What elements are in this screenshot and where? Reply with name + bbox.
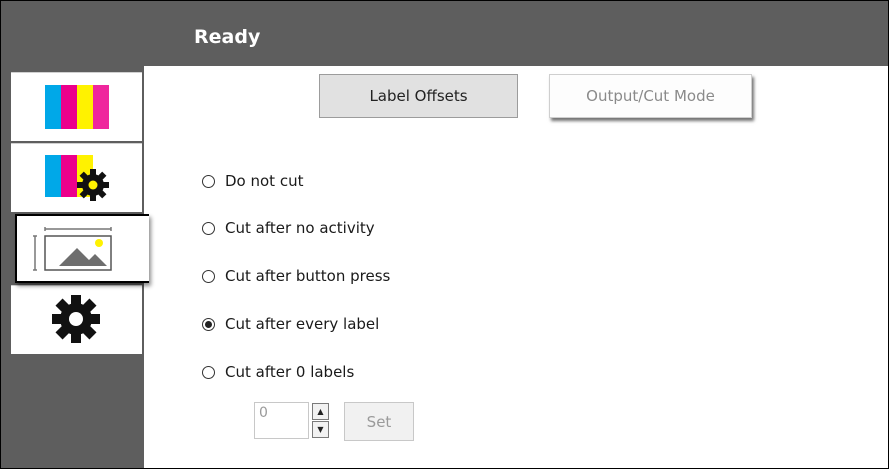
increment-button[interactable]: ▲ [312, 403, 329, 420]
tab-output-cut-mode[interactable]: Output/Cut Mode [549, 74, 752, 118]
label-count-input[interactable]: 0 [254, 402, 309, 439]
radio-label: Cut after 0 labels [225, 363, 355, 381]
gear-icon [52, 295, 100, 343]
radio-do-not-cut[interactable]: Do not cut [202, 169, 303, 193]
radio-label: Cut after button press [225, 267, 391, 285]
radio-label: Cut after every label [225, 315, 380, 333]
sidebar-tab-label-setup[interactable] [15, 214, 149, 283]
sidebar [1, 66, 149, 468]
decrement-button[interactable]: ▼ [312, 421, 329, 438]
app-window: Ready Label Offsets Output/Cut Mode Do n… [0, 0, 889, 469]
radio-cut-after-every-label[interactable]: Cut after every label [202, 312, 379, 336]
status-title: Ready [194, 26, 261, 48]
color-bars-icon [45, 85, 109, 129]
sidebar-tab-color-settings[interactable] [11, 143, 142, 212]
chevron-up-icon: ▲ [317, 407, 324, 416]
sidebar-tab-settings[interactable] [11, 285, 142, 354]
chevron-down-icon: ▼ [317, 425, 324, 434]
radio-indicator[interactable] [202, 365, 215, 379]
main-content: Label Offsets Output/Cut Mode Do not cut… [144, 66, 888, 468]
sidebar-tab-color[interactable] [11, 72, 142, 141]
radio-indicator-selected[interactable] [202, 317, 215, 331]
status-header: Ready [1, 1, 888, 66]
color-bars-gear-icon [45, 155, 109, 201]
radio-label: Do not cut [225, 172, 304, 190]
tab-label-offsets[interactable]: Label Offsets [319, 74, 518, 118]
radio-indicator[interactable] [202, 269, 215, 283]
set-button[interactable]: Set [344, 402, 414, 441]
label-image-icon [33, 227, 112, 271]
radio-cut-after-button-press[interactable]: Cut after button press [202, 264, 390, 288]
radio-cut-after-n-labels[interactable]: Cut after 0 labels [202, 360, 354, 384]
radio-indicator[interactable] [202, 221, 215, 235]
radio-cut-after-no-activity[interactable]: Cut after no activity [202, 216, 375, 240]
radio-label: Cut after no activity [225, 219, 375, 237]
radio-indicator[interactable] [202, 174, 215, 188]
